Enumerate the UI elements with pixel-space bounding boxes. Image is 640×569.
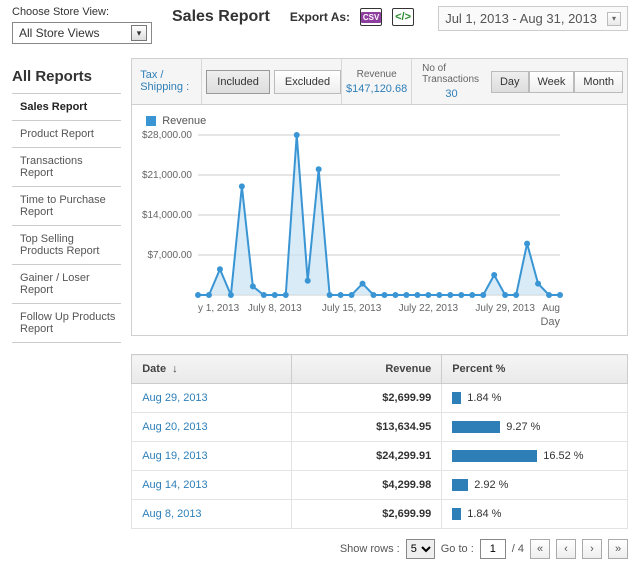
cell-percent: 2.92 % — [442, 471, 628, 500]
legend-swatch-revenue — [146, 116, 156, 126]
table-row: Aug 19, 2013$24,299.91 16.52 % — [132, 442, 628, 471]
sidebar-item-gainer-loser-report[interactable]: Gainer / Loser Report — [12, 265, 121, 304]
segment-day[interactable]: Day — [491, 71, 529, 93]
cell-date[interactable]: Aug 19, 2013 — [132, 442, 292, 471]
cell-percent: 16.52 % — [442, 442, 628, 471]
sidebar-heading: All Reports — [12, 68, 121, 85]
next-page-button[interactable]: › — [582, 539, 602, 559]
sidebar-item-follow-up-products-report[interactable]: Follow Up Products Report — [12, 304, 121, 343]
svg-text:$14,000.00: $14,000.00 — [142, 210, 192, 221]
goto-page-input[interactable] — [480, 539, 506, 559]
goto-label: Go to : — [441, 543, 474, 555]
sort-desc-icon: ↓ — [172, 363, 178, 375]
svg-text:$21,000.00: $21,000.00 — [142, 170, 192, 181]
rows-per-page-select[interactable]: 5 — [406, 539, 435, 559]
percent-bar — [452, 450, 537, 462]
export-label: Export As: — [290, 10, 350, 24]
cell-percent: 1.84 % — [442, 500, 628, 529]
included-button[interactable]: Included — [206, 70, 270, 94]
col-date[interactable]: Date↓ — [132, 355, 292, 384]
sidebar-item-product-report[interactable]: Product Report — [12, 121, 121, 148]
cell-percent: 1.84 % — [442, 384, 628, 413]
prev-page-button[interactable]: ‹ — [556, 539, 576, 559]
percent-bar — [452, 392, 461, 404]
cell-revenue: $13,634.95 — [292, 413, 442, 442]
page-title: Sales Report — [172, 8, 270, 26]
segment-month[interactable]: Month — [574, 71, 623, 93]
cell-revenue: $2,699.99 — [292, 384, 442, 413]
table-row: Aug 29, 2013$2,699.99 1.84 % — [132, 384, 628, 413]
cell-date[interactable]: Aug 8, 2013 — [132, 500, 292, 529]
pager: Show rows : 5 Go to : / 4 « ‹ › » — [131, 539, 628, 559]
export-csv-icon[interactable]: CSV — [360, 8, 382, 26]
chevron-down-icon: ▾ — [607, 12, 621, 26]
segment-week[interactable]: Week — [529, 71, 575, 93]
percent-label: 9.27 % — [506, 421, 540, 433]
tax-shipping-label: Tax / Shipping : — [132, 59, 201, 104]
sidebar-item-transactions-report[interactable]: Transactions Report — [12, 148, 121, 187]
percent-bar — [452, 421, 500, 433]
revenue-metric-label: Revenue — [357, 69, 397, 80]
col-percent[interactable]: Percent % — [442, 355, 628, 384]
svg-text:Aug: Aug — [542, 303, 560, 314]
chevron-down-icon: ▾ — [131, 25, 147, 41]
svg-text:$28,000.00: $28,000.00 — [142, 130, 192, 141]
percent-label: 1.84 % — [467, 392, 501, 404]
svg-text:July 22, 2013: July 22, 2013 — [399, 303, 459, 314]
sidebar-item-time-to-purchase-report[interactable]: Time to Purchase Report — [12, 187, 121, 226]
svg-text:y 1, 2013: y 1, 2013 — [198, 303, 240, 314]
excluded-button[interactable]: Excluded — [274, 70, 341, 94]
cell-percent: 9.27 % — [442, 413, 628, 442]
chart-legend: Revenue — [146, 115, 621, 127]
svg-text:Day: Day — [541, 316, 561, 328]
percent-label: 1.84 % — [467, 508, 501, 520]
transactions-metric-value: 30 — [445, 88, 457, 100]
percent-label: 2.92 % — [474, 479, 508, 491]
date-range-picker[interactable]: Jul 1, 2013 - Aug 31, 2013 ▾ — [438, 6, 628, 31]
svg-text:July 29, 2013: July 29, 2013 — [476, 303, 536, 314]
cell-revenue: $4,299.98 — [292, 471, 442, 500]
sidebar-nav: Sales ReportProduct ReportTransactions R… — [12, 93, 121, 343]
cell-revenue: $2,699.99 — [292, 500, 442, 529]
svg-text:July 15, 2013: July 15, 2013 — [322, 303, 382, 314]
store-view-value: All Store Views — [19, 26, 99, 40]
sales-table: Date↓ Revenue Percent % Aug 29, 2013$2,6… — [131, 354, 628, 529]
show-rows-label: Show rows : — [340, 543, 400, 555]
revenue-line-chart: $7,000.00 $14,000.00 $21,000.00 $28,000.00 y… — [138, 129, 568, 329]
first-page-button[interactable]: « — [530, 539, 550, 559]
cell-date[interactable]: Aug 29, 2013 — [132, 384, 292, 413]
sidebar-item-sales-report[interactable]: Sales Report — [12, 93, 121, 121]
svg-text:$7,000.00: $7,000.00 — [148, 250, 193, 261]
chart-toolbar: Tax / Shipping : Included Excluded Reven… — [131, 58, 628, 105]
legend-label-revenue: Revenue — [162, 115, 206, 127]
sidebar-item-top-selling-products-report[interactable]: Top Selling Products Report — [12, 226, 121, 265]
transactions-metric-label: No of Transactions — [422, 63, 481, 85]
last-page-button[interactable]: » — [608, 539, 628, 559]
date-range-value: Jul 1, 2013 - Aug 31, 2013 — [445, 11, 597, 26]
export-xml-icon[interactable]: </> — [392, 8, 414, 26]
revenue-metric: Revenue $147,120.68 — [341, 59, 411, 104]
col-revenue[interactable]: Revenue — [292, 355, 442, 384]
table-row: Aug 8, 2013$2,699.99 1.84 % — [132, 500, 628, 529]
store-view-label: Choose Store View: — [12, 6, 172, 18]
revenue-metric-value: $147,120.68 — [346, 83, 407, 95]
cell-date[interactable]: Aug 20, 2013 — [132, 413, 292, 442]
svg-text:July 8, 2013: July 8, 2013 — [248, 303, 302, 314]
page-total: / 4 — [512, 543, 524, 555]
percent-bar — [452, 508, 461, 520]
transactions-metric: No of Transactions 30 — [411, 59, 491, 104]
percent-bar — [452, 479, 468, 491]
cell-revenue: $24,299.91 — [292, 442, 442, 471]
table-row: Aug 14, 2013$4,299.98 2.92 % — [132, 471, 628, 500]
store-view-select[interactable]: All Store Views ▾ — [12, 22, 152, 44]
cell-date[interactable]: Aug 14, 2013 — [132, 471, 292, 500]
percent-label: 16.52 % — [543, 450, 583, 462]
table-row: Aug 20, 2013$13,634.95 9.27 % — [132, 413, 628, 442]
